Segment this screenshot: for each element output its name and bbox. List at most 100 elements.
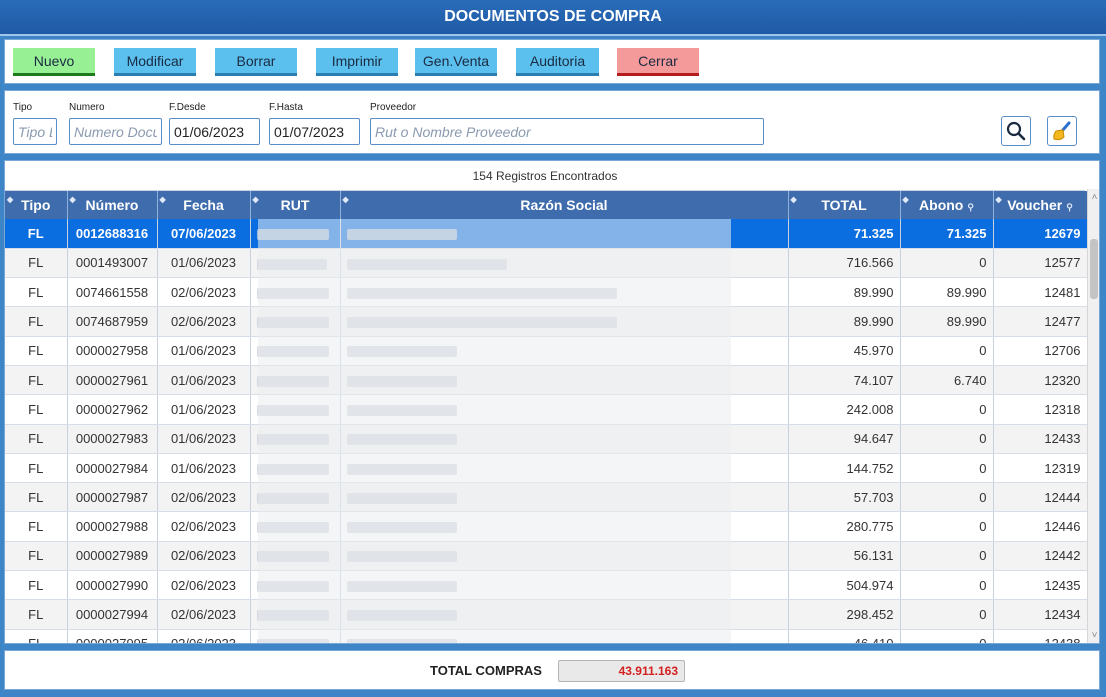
cell-numero: 0000027995 [67,629,158,643]
scroll-down-icon[interactable]: ˅ [1088,629,1099,643]
cell-razon-social [340,394,789,425]
print-button[interactable]: Imprimir [316,48,398,76]
cell-numero: 0000027961 [67,365,158,396]
delete-button[interactable]: Borrar [215,48,297,76]
column-header-voucher[interactable]: ◆ Voucher ⚲ [993,191,1088,219]
search-icon[interactable]: ⚲ [967,202,974,212]
cell-rut [250,482,341,513]
table-row[interactable]: FL 0074687959 02/06/2023 89.990 89.990 1… [5,306,1088,337]
table-row[interactable]: FL 0001493007 01/06/2023 716.566 0 12577 [5,248,1088,279]
cell-total: 716.566 [788,248,901,279]
cell-fecha: 02/06/2023 [157,277,251,308]
cell-voucher: 12679 [993,219,1088,249]
table-row[interactable]: FL 0000027962 01/06/2023 242.008 0 12318 [5,394,1088,425]
cell-voucher: 12319 [993,453,1088,484]
cell-razon-social [340,248,789,279]
cell-razon-social [340,570,789,601]
cell-fecha: 01/06/2023 [157,248,251,279]
cell-razon-social [340,219,789,249]
column-header-fecha[interactable]: ◆ Fecha [157,191,251,219]
cell-numero: 0012688316 [67,219,158,249]
cell-abono: 0 [900,424,994,454]
sort-icon: ◆ [790,195,797,204]
cell-fecha: 01/06/2023 [157,424,251,454]
table-row[interactable]: FL 0000027994 02/06/2023 298.452 0 12434 [5,599,1088,630]
tipo-label: Tipo [13,102,33,113]
proveedor-input[interactable] [370,118,764,145]
column-header-numero[interactable]: ◆ Número [67,191,158,219]
cell-fecha: 01/06/2023 [157,394,251,425]
cell-voucher: 12434 [993,599,1088,630]
cell-numero: 0001493007 [67,248,158,279]
new-button[interactable]: Nuevo [13,48,95,76]
cell-tipo: FL [5,248,68,279]
numero-input[interactable] [69,118,162,145]
table-row[interactable]: FL 0000027983 01/06/2023 94.647 0 12433 [5,424,1088,454]
table-row[interactable]: FL 0000027990 02/06/2023 504.974 0 12435 [5,570,1088,601]
table-row[interactable]: FL 0000027961 01/06/2023 74.107 6.740 12… [5,365,1088,396]
cell-rut [250,306,341,337]
cell-tipo: FL [5,277,68,308]
table-row[interactable]: FL 0012688316 07/06/2023 71.325 71.325 1… [5,219,1088,249]
cell-numero: 0000027984 [67,453,158,484]
cell-numero: 0074661558 [67,277,158,308]
cell-abono: 0 [900,453,994,484]
cell-razon-social [340,365,789,396]
column-header-tipo[interactable]: ◆ Tipo [5,191,68,219]
scroll-up-icon[interactable]: ˄ [1088,191,1099,205]
gen-venta-button[interactable]: Gen.Venta [415,48,497,76]
table-row[interactable]: FL 0000027995 02/06/2023 46.410 0 12438 [5,629,1088,643]
table-row[interactable]: FL 0000027984 01/06/2023 144.752 0 12319 [5,453,1088,484]
numero-label: Numero [69,102,105,113]
cell-voucher: 12706 [993,336,1088,366]
column-header-total[interactable]: ◆ TOTAL [788,191,901,219]
column-header-rut[interactable]: ◆ RUT [250,191,341,219]
cell-total: 45.970 [788,336,901,366]
cell-rut [250,599,341,630]
cell-total: 280.775 [788,511,901,542]
column-header-razon-social[interactable]: ◆ Razón Social [340,191,789,219]
modify-button[interactable]: Modificar [114,48,196,76]
cell-abono: 0 [900,248,994,279]
table-row[interactable]: FL 0000027989 02/06/2023 56.131 0 12442 [5,541,1088,572]
cell-numero: 0000027989 [67,541,158,572]
search-icon[interactable]: ⚲ [1066,202,1073,212]
f-hasta-input[interactable] [269,118,360,145]
table-row[interactable]: FL 0000027958 01/06/2023 45.970 0 12706 [5,336,1088,366]
cell-rut [250,453,341,484]
table-row[interactable]: FL 0074661558 02/06/2023 89.990 89.990 1… [5,277,1088,308]
documents-grid-panel: 154 Registros Encontrados ◆ Tipo ◆ Número … [4,160,1100,644]
cell-tipo: FL [5,482,68,513]
cell-abono: 71.325 [900,219,994,249]
cell-razon-social [340,424,789,454]
column-header-abono[interactable]: ◆ Abono ⚲ [900,191,994,219]
cell-total: 46.410 [788,629,901,643]
audit-button[interactable]: Auditoria [516,48,599,76]
f-desde-input[interactable] [169,118,260,145]
cell-total: 242.008 [788,394,901,425]
search-button[interactable] [1001,116,1031,146]
cell-tipo: FL [5,599,68,630]
table-row[interactable]: FL 0000027987 02/06/2023 57.703 0 12444 [5,482,1088,513]
sort-icon: ◆ [69,195,76,204]
clear-button[interactable] [1047,116,1077,146]
cell-numero: 0000027983 [67,424,158,454]
cell-voucher: 12435 [993,570,1088,601]
table-row[interactable]: FL 0000027988 02/06/2023 280.775 0 12446 [5,511,1088,542]
close-button[interactable]: Cerrar [617,48,699,76]
cell-rut [250,277,341,308]
cell-abono: 89.990 [900,306,994,337]
total-compras-label: TOTAL COMPRAS [430,663,542,678]
tipo-input[interactable] [13,118,57,145]
scroll-thumb[interactable] [1090,239,1098,299]
cell-voucher: 12444 [993,482,1088,513]
cell-fecha: 02/06/2023 [157,570,251,601]
cell-tipo: FL [5,306,68,337]
vertical-scrollbar[interactable]: ˄ ˅ [1087,189,1099,643]
cell-rut [250,570,341,601]
cell-voucher: 12320 [993,365,1088,396]
cell-tipo: FL [5,541,68,572]
cell-fecha: 02/06/2023 [157,541,251,572]
cell-abono: 0 [900,599,994,630]
cell-rut [250,219,341,249]
